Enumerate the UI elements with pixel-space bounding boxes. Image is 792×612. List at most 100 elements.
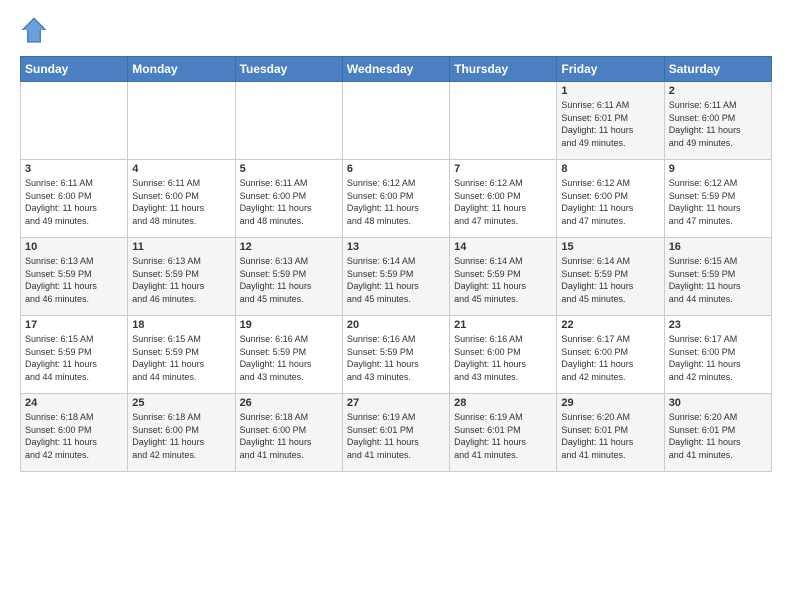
day-number: 1 [561,85,659,97]
day-info: Sunrise: 6:19 AM Sunset: 6:01 PM Dayligh… [347,411,445,461]
day-cell: 8 Sunrise: 6:12 AM Sunset: 6:00 PM Daylig… [557,160,664,238]
day-number: 21 [454,319,552,331]
day-number: 11 [132,241,230,253]
day-cell: 4 Sunrise: 6:11 AM Sunset: 6:00 PM Daylig… [128,160,235,238]
day-info: Sunrise: 6:13 AM Sunset: 5:59 PM Dayligh… [240,255,338,305]
day-cell: 15 Sunrise: 6:14 AM Sunset: 5:59 PM Dayli… [557,238,664,316]
day-info: Sunrise: 6:12 AM Sunset: 6:00 PM Dayligh… [454,177,552,227]
day-info: Sunrise: 6:12 AM Sunset: 5:59 PM Dayligh… [669,177,767,227]
day-cell: 1Sunrise: 6:11 AM Sunset: 6:01 PM Daylig… [557,82,664,160]
calendar-body: 1Sunrise: 6:11 AM Sunset: 6:01 PM Daylig… [21,82,772,472]
day-info: Sunrise: 6:20 AM Sunset: 6:01 PM Dayligh… [669,411,767,461]
day-info: Sunrise: 6:16 AM Sunset: 5:59 PM Dayligh… [240,333,338,383]
day-number: 6 [347,163,445,175]
day-number: 29 [561,397,659,409]
day-cell: 16 Sunrise: 6:15 AM Sunset: 5:59 PM Dayli… [664,238,771,316]
week-row-1: 1Sunrise: 6:11 AM Sunset: 6:01 PM Daylig… [21,82,772,160]
day-cell: 5 Sunrise: 6:11 AM Sunset: 6:00 PM Daylig… [235,160,342,238]
header-cell-wednesday: Wednesday [342,57,449,82]
day-number: 15 [561,241,659,253]
day-number: 24 [25,397,123,409]
day-info: Sunrise: 6:14 AM Sunset: 5:59 PM Dayligh… [454,255,552,305]
calendar-header: SundayMondayTuesdayWednesdayThursdayFrid… [21,57,772,82]
day-info: Sunrise: 6:17 AM Sunset: 6:00 PM Dayligh… [669,333,767,383]
day-number: 20 [347,319,445,331]
day-cell: 20 Sunrise: 6:16 AM Sunset: 5:59 PM Dayli… [342,316,449,394]
day-number: 19 [240,319,338,331]
day-info: Sunrise: 6:11 AM Sunset: 6:00 PM Dayligh… [25,177,123,227]
day-number: 22 [561,319,659,331]
day-number: 16 [669,241,767,253]
day-info: Sunrise: 6:15 AM Sunset: 5:59 PM Dayligh… [132,333,230,383]
header-cell-monday: Monday [128,57,235,82]
day-info: Sunrise: 6:16 AM Sunset: 6:00 PM Dayligh… [454,333,552,383]
day-cell [342,82,449,160]
day-info: Sunrise: 6:12 AM Sunset: 6:00 PM Dayligh… [347,177,445,227]
header-cell-tuesday: Tuesday [235,57,342,82]
day-info: Sunrise: 6:11 AM Sunset: 6:00 PM Dayligh… [669,99,767,149]
header-row: SundayMondayTuesdayWednesdayThursdayFrid… [21,57,772,82]
day-cell [21,82,128,160]
calendar-table: SundayMondayTuesdayWednesdayThursdayFrid… [20,56,772,472]
day-number: 30 [669,397,767,409]
day-cell: 19 Sunrise: 6:16 AM Sunset: 5:59 PM Dayli… [235,316,342,394]
day-info: Sunrise: 6:18 AM Sunset: 6:00 PM Dayligh… [240,411,338,461]
header [20,16,772,44]
day-number: 17 [25,319,123,331]
day-cell: 29Sunrise: 6:20 AM Sunset: 6:01 PM Dayli… [557,394,664,472]
logo-icon [20,16,48,44]
day-cell: 3 Sunrise: 6:11 AM Sunset: 6:00 PM Daylig… [21,160,128,238]
day-cell: 6 Sunrise: 6:12 AM Sunset: 6:00 PM Daylig… [342,160,449,238]
day-cell: 11 Sunrise: 6:13 AM Sunset: 5:59 PM Dayli… [128,238,235,316]
day-number: 3 [25,163,123,175]
day-info: Sunrise: 6:15 AM Sunset: 5:59 PM Dayligh… [25,333,123,383]
day-info: Sunrise: 6:19 AM Sunset: 6:01 PM Dayligh… [454,411,552,461]
day-cell: 10 Sunrise: 6:13 AM Sunset: 5:59 PM Dayli… [21,238,128,316]
day-number: 25 [132,397,230,409]
day-cell: 17 Sunrise: 6:15 AM Sunset: 5:59 PM Dayli… [21,316,128,394]
header-cell-thursday: Thursday [450,57,557,82]
day-info: Sunrise: 6:15 AM Sunset: 5:59 PM Dayligh… [669,255,767,305]
week-row-2: 3 Sunrise: 6:11 AM Sunset: 6:00 PM Daylig… [21,160,772,238]
day-cell: 2Sunrise: 6:11 AM Sunset: 6:00 PM Daylig… [664,82,771,160]
day-info: Sunrise: 6:12 AM Sunset: 6:00 PM Dayligh… [561,177,659,227]
week-row-3: 10 Sunrise: 6:13 AM Sunset: 5:59 PM Dayli… [21,238,772,316]
day-info: Sunrise: 6:14 AM Sunset: 5:59 PM Dayligh… [561,255,659,305]
day-cell: 28 Sunrise: 6:19 AM Sunset: 6:01 PM Dayli… [450,394,557,472]
day-cell: 14 Sunrise: 6:14 AM Sunset: 5:59 PM Dayli… [450,238,557,316]
day-number: 23 [669,319,767,331]
day-info: Sunrise: 6:11 AM Sunset: 6:00 PM Dayligh… [240,177,338,227]
day-number: 8 [561,163,659,175]
day-number: 26 [240,397,338,409]
day-cell: 7Sunrise: 6:12 AM Sunset: 6:00 PM Daylig… [450,160,557,238]
day-cell: 27 Sunrise: 6:19 AM Sunset: 6:01 PM Dayli… [342,394,449,472]
day-info: Sunrise: 6:18 AM Sunset: 6:00 PM Dayligh… [132,411,230,461]
day-cell: 26 Sunrise: 6:18 AM Sunset: 6:00 PM Dayli… [235,394,342,472]
day-number: 18 [132,319,230,331]
day-info: Sunrise: 6:14 AM Sunset: 5:59 PM Dayligh… [347,255,445,305]
day-number: 10 [25,241,123,253]
header-cell-saturday: Saturday [664,57,771,82]
day-info: Sunrise: 6:18 AM Sunset: 6:00 PM Dayligh… [25,411,123,461]
day-cell: 13 Sunrise: 6:14 AM Sunset: 5:59 PM Dayli… [342,238,449,316]
day-number: 28 [454,397,552,409]
day-number: 27 [347,397,445,409]
day-info: Sunrise: 6:13 AM Sunset: 5:59 PM Dayligh… [25,255,123,305]
day-cell: 9Sunrise: 6:12 AM Sunset: 5:59 PM Daylig… [664,160,771,238]
day-cell [450,82,557,160]
day-cell: 22 Sunrise: 6:17 AM Sunset: 6:00 PM Dayli… [557,316,664,394]
day-number: 4 [132,163,230,175]
day-number: 5 [240,163,338,175]
day-info: Sunrise: 6:11 AM Sunset: 6:00 PM Dayligh… [132,177,230,227]
day-info: Sunrise: 6:13 AM Sunset: 5:59 PM Dayligh… [132,255,230,305]
day-cell: 23 Sunrise: 6:17 AM Sunset: 6:00 PM Dayli… [664,316,771,394]
day-cell [128,82,235,160]
day-number: 14 [454,241,552,253]
day-cell [235,82,342,160]
day-cell: 24 Sunrise: 6:18 AM Sunset: 6:00 PM Dayli… [21,394,128,472]
day-info: Sunrise: 6:17 AM Sunset: 6:00 PM Dayligh… [561,333,659,383]
day-cell: 21 Sunrise: 6:16 AM Sunset: 6:00 PM Dayli… [450,316,557,394]
day-cell: 12Sunrise: 6:13 AM Sunset: 5:59 PM Dayli… [235,238,342,316]
day-info: Sunrise: 6:16 AM Sunset: 5:59 PM Dayligh… [347,333,445,383]
day-number: 13 [347,241,445,253]
